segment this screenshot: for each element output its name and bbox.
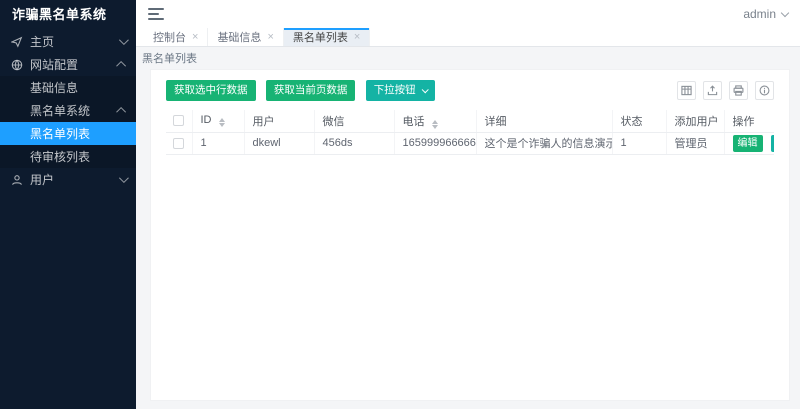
tabs-bar: 控制台 × 基础信息 × 黑名单列表 × (136, 28, 800, 47)
column-header-status: 状态 (612, 110, 666, 132)
breadcrumb-text: 黑名单列表 (142, 50, 197, 66)
column-header-id[interactable]: ID (192, 110, 244, 132)
more-button[interactable]: 更多 (771, 135, 774, 152)
blacklist-table: ID 用户 微信 电话 详细 状态 添加用户 (166, 110, 774, 155)
sidebar-item-label: 用户 (30, 171, 54, 188)
column-label: 状态 (621, 116, 643, 128)
table-header-row: ID 用户 微信 电话 详细 状态 添加用户 (166, 110, 774, 132)
cell-phone: 165999966666 (394, 132, 476, 154)
filter-columns-icon[interactable] (677, 81, 696, 100)
tab-close-icon[interactable]: × (192, 32, 198, 43)
select-all-checkbox[interactable] (173, 115, 184, 126)
column-label: 电话 (403, 116, 425, 128)
sort-icon[interactable] (219, 118, 225, 127)
sidebar-fold-icon[interactable] (148, 8, 164, 20)
cell-added-by: 管理员 (666, 132, 724, 154)
column-header-user: 用户 (244, 110, 314, 132)
sidebar-item-blacklist-list[interactable]: 黑名单列表 (0, 122, 136, 145)
tab-label: 黑名单列表 (293, 29, 348, 45)
main-area: admin 控制台 × 基础信息 × 黑名单列表 × 黑名单列表 (136, 0, 800, 409)
column-label: 微信 (323, 116, 345, 128)
sidebar-nav: 主页 网站配置 基础信息 黑名单系统 黑名单列表 待审核列 (0, 30, 136, 409)
get-current-page-button[interactable]: 获取当前页数据 (266, 80, 356, 101)
app-title: 诈骗黑名单系统 (0, 0, 136, 30)
sidebar-item-basic-info[interactable]: 基础信息 (0, 76, 136, 99)
sidebar-item-label: 基础信息 (30, 79, 78, 96)
column-label: 操作 (733, 116, 755, 128)
sidebar: 诈骗黑名单系统 主页 网站配置 基础信息 黑名单系统 (0, 0, 136, 409)
sidebar-item-label: 黑名单系统 (30, 102, 90, 119)
table-row: 1 dkewl 456ds 165999966666 这个是个诈骗人的信息演示 … (166, 132, 774, 154)
export-icon[interactable] (703, 81, 722, 100)
tab-console[interactable]: 控制台 × (144, 28, 208, 46)
get-selected-rows-button[interactable]: 获取选中行数据 (166, 80, 256, 101)
card-toolbar: 获取选中行数据 获取当前页数据 下拉按钮 (166, 80, 774, 101)
cell-status: 1 (612, 132, 666, 154)
sidebar-item-label: 待审核列表 (30, 148, 90, 165)
info-icon[interactable] (755, 81, 774, 100)
globe-icon (10, 58, 24, 72)
print-icon[interactable] (729, 81, 748, 100)
column-header-actions: 操作 (724, 110, 774, 132)
chevron-down-icon (781, 9, 789, 17)
sidebar-item-home[interactable]: 主页 (0, 30, 136, 53)
column-header-phone[interactable]: 电话 (394, 110, 476, 132)
cell-actions: 编辑 更多 (724, 132, 774, 154)
topbar: admin (136, 0, 800, 28)
tab-close-icon[interactable]: × (354, 32, 360, 43)
chevron-down-icon (119, 35, 129, 45)
tab-close-icon[interactable]: × (267, 32, 273, 43)
user-icon (10, 173, 24, 187)
toolbar-buttons: 获取选中行数据 获取当前页数据 下拉按钮 (166, 80, 442, 101)
content: 获取选中行数据 获取当前页数据 下拉按钮 (136, 69, 800, 409)
sidebar-item-users[interactable]: 用户 (0, 168, 136, 191)
edit-button[interactable]: 编辑 (733, 135, 763, 152)
app-window: 诈骗黑名单系统 主页 网站配置 基础信息 黑名单系统 (0, 0, 800, 409)
tab-basic-info[interactable]: 基础信息 × (208, 28, 283, 46)
column-label: 用户 (253, 116, 275, 128)
tab-label: 基础信息 (217, 29, 261, 45)
sidebar-item-pending-review-list[interactable]: 待审核列表 (0, 145, 136, 168)
dropdown-button[interactable]: 下拉按钮 (366, 80, 435, 101)
sidebar-item-site-config[interactable]: 网站配置 (0, 53, 136, 76)
column-label: 添加用户 (675, 116, 719, 128)
chevron-up-icon (116, 61, 126, 71)
sidebar-item-label: 网站配置 (30, 56, 78, 73)
cell-wechat: 456ds (314, 132, 394, 154)
sidebar-item-label: 黑名单列表 (30, 125, 90, 142)
column-label: ID (201, 114, 212, 126)
column-label: 详细 (485, 116, 507, 128)
chevron-down-icon (119, 173, 129, 183)
chevron-up-icon (116, 107, 126, 117)
cell-detail: 这个是个诈骗人的信息演示 (476, 132, 612, 154)
send-icon (10, 35, 24, 49)
sidebar-item-blacklist-system[interactable]: 黑名单系统 (0, 99, 136, 122)
select-all-checkbox-cell (166, 110, 192, 132)
breadcrumb: 黑名单列表 (136, 47, 800, 69)
chevron-down-icon (421, 86, 428, 93)
dropdown-button-label: 下拉按钮 (374, 80, 416, 101)
sort-icon[interactable] (432, 120, 438, 129)
column-header-wechat: 微信 (314, 110, 394, 132)
table-tool-icons (670, 81, 774, 100)
tab-blacklist-list[interactable]: 黑名单列表 × (284, 28, 370, 46)
cell-id: 1 (192, 132, 244, 154)
column-header-detail: 详细 (476, 110, 612, 132)
row-checkbox[interactable] (173, 138, 184, 149)
column-header-added-by: 添加用户 (666, 110, 724, 132)
user-menu[interactable]: admin (743, 7, 788, 21)
cell-user: dkewl (244, 132, 314, 154)
tab-label: 控制台 (153, 29, 186, 45)
username: admin (743, 7, 776, 21)
table-card: 获取选中行数据 获取当前页数据 下拉按钮 (150, 69, 790, 401)
sidebar-item-label: 主页 (30, 33, 54, 50)
row-checkbox-cell (166, 132, 192, 154)
